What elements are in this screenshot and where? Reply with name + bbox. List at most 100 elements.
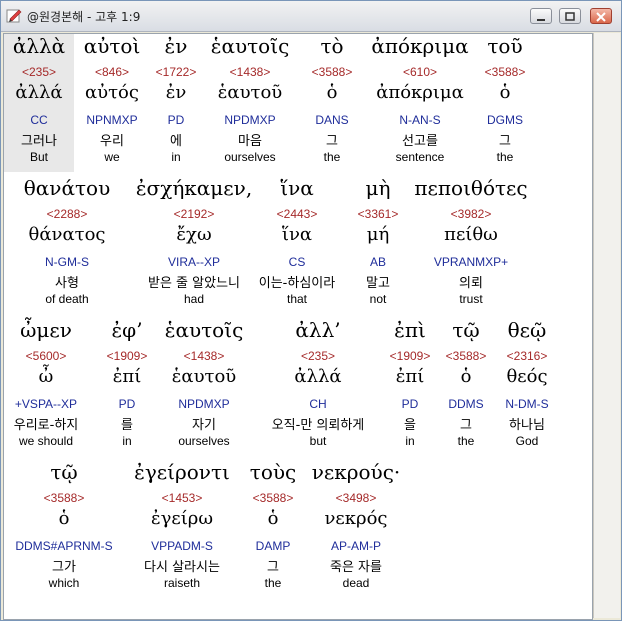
strong-number[interactable]: <3588> xyxy=(242,491,304,505)
parsing-code: VPPADM-S xyxy=(151,539,213,553)
parsing-code: AP-AM-P xyxy=(330,539,381,553)
english-gloss: in xyxy=(171,150,181,164)
strong-number[interactable]: <3588> xyxy=(476,65,534,79)
word-cell[interactable]: ἐπὶ <1909> ἐπί PD 을 in xyxy=(384,318,436,456)
korean-gloss: 그 xyxy=(499,134,511,149)
strong-number[interactable]: <2443> xyxy=(248,207,346,221)
lemma: ὁ xyxy=(499,82,511,103)
close-button[interactable] xyxy=(590,8,612,24)
strong-number[interactable]: <3588> xyxy=(440,349,492,363)
english-gloss: which xyxy=(48,576,80,590)
parsing-code: NPDMXP xyxy=(224,113,276,127)
strong-number[interactable]: <1438> xyxy=(158,349,250,363)
korean-gloss: 에 xyxy=(170,134,182,149)
greek-word: ἐσχήκαμεν, xyxy=(135,176,253,200)
strong-number[interactable]: <1453> xyxy=(130,491,234,505)
strong-number[interactable]: <1909> xyxy=(384,349,436,363)
parsing-code: PD xyxy=(401,397,419,411)
word-cell[interactable]: ἐγείροντι <1453> ἐγείρω VPPADM-S 다시 살라시는… xyxy=(130,460,234,598)
greek-word: ἀλλὰ xyxy=(12,34,66,58)
window-title: @원경본해 - 고후 1:9 xyxy=(27,10,141,24)
strong-number[interactable]: <610> xyxy=(368,65,472,79)
korean-gloss: 를 xyxy=(121,418,133,433)
strong-number[interactable]: <1722> xyxy=(150,65,202,79)
word-cell[interactable]: ὦμεν <5600> ὦ +VSPA--XP 우리로-하지 we should xyxy=(4,318,88,456)
strong-number[interactable]: <2316> xyxy=(498,349,556,363)
greek-word: ἀλλ’ xyxy=(295,318,341,342)
minimize-button[interactable] xyxy=(530,8,552,24)
word-cell[interactable]: τῷ <3588> ὁ DDMS#APRNM-S 그가 which xyxy=(4,460,124,598)
english-gloss: not xyxy=(369,292,387,306)
english-gloss: the xyxy=(264,576,282,590)
word-cell[interactable]: τοῦ <3588> ὁ DGMS 그 the xyxy=(476,34,534,172)
english-gloss: of death xyxy=(45,292,89,306)
word-cell[interactable]: τὸ <3588> ὁ DANS 그 the xyxy=(304,34,360,172)
word-cell[interactable]: μὴ <3361> μή AB 말고 not xyxy=(352,176,404,314)
word-cell[interactable]: ἑαυτοῖς <1438> ἑαυτοῦ NPDMXP 마음 ourselve… xyxy=(208,34,292,172)
maximize-button[interactable] xyxy=(559,8,581,24)
strong-number[interactable]: <1909> xyxy=(100,349,154,363)
lemma: ἔχω xyxy=(176,224,212,245)
title-bar[interactable]: @원경본해 - 고후 1:9 xyxy=(1,1,621,32)
parsing-code: N-GM-S xyxy=(45,255,89,269)
strong-number[interactable]: <5600> xyxy=(4,349,88,363)
strong-number[interactable]: <235> xyxy=(256,349,380,363)
greek-word: τοῦ xyxy=(487,34,523,58)
korean-gloss: 우리로-하지 xyxy=(13,418,79,433)
lemma: μή xyxy=(366,224,390,245)
word-cell[interactable]: αὐτοὶ <846> αὐτός NPNMXP 우리 we xyxy=(76,34,148,172)
strong-number[interactable]: <2288> xyxy=(4,207,130,221)
english-gloss: God xyxy=(515,434,539,448)
strong-number[interactable]: <3498> xyxy=(308,491,404,505)
strong-number[interactable]: <2192> xyxy=(124,207,264,221)
strong-number[interactable]: <235> xyxy=(4,65,74,79)
strong-number[interactable]: <1438> xyxy=(208,65,292,79)
interlinear-view[interactable]: ἀλλὰ <235> ἀλλά CC 그러나 But αὐτοὶ <846> α… xyxy=(3,33,593,620)
lemma: ὁ xyxy=(460,366,472,387)
lemma: νεκρός xyxy=(324,508,388,529)
strong-number[interactable]: <846> xyxy=(76,65,148,79)
english-gloss: but xyxy=(309,434,327,448)
korean-gloss: 죽은 자를 xyxy=(330,560,382,575)
word-cell[interactable]: ἀλλ’ <235> ἀλλά CH 오직-만 의뢰하게 but xyxy=(256,318,380,456)
greek-word: ἐγείροντι xyxy=(134,460,230,484)
english-gloss: sentence xyxy=(395,150,445,164)
word-cell[interactable]: θεῷ <2316> θεός N-DM-S 하나님 God xyxy=(498,318,556,456)
english-gloss: in xyxy=(122,434,132,448)
word-cell[interactable]: ἀλλὰ <235> ἀλλά CC 그러나 But xyxy=(4,34,74,172)
english-gloss: the xyxy=(323,150,341,164)
strong-number[interactable]: <3982> xyxy=(410,207,532,221)
word-cell[interactable]: θανάτου <2288> θάνατος N-GM-S 사형 of deat… xyxy=(4,176,130,314)
word-cell[interactable]: τῷ <3588> ὁ DDMS 그 the xyxy=(440,318,492,456)
maximize-icon xyxy=(565,12,575,21)
lemma: θεός xyxy=(506,366,548,387)
word-cell[interactable]: ἑαυτοῖς <1438> ἑαυτοῦ NPDMXP 자기 ourselve… xyxy=(158,318,250,456)
vertical-scrollbar[interactable] xyxy=(593,33,620,618)
word-cell[interactable]: ἐν <1722> ἐν PD 에 in xyxy=(150,34,202,172)
word-cell[interactable]: ἵνα <2443> ἵνα CS 이는-하심이라 that xyxy=(248,176,346,314)
word-cell[interactable]: ἐφ’ <1909> ἐπί PD 를 in xyxy=(100,318,154,456)
greek-word: μὴ xyxy=(365,176,391,200)
korean-gloss: 그러나 xyxy=(21,134,57,149)
parsing-code: DAMP xyxy=(255,539,291,553)
lemma: πείθω xyxy=(444,224,498,245)
english-gloss: raiseth xyxy=(163,576,201,590)
strong-number[interactable]: <3361> xyxy=(352,207,404,221)
word-cell[interactable]: πεποιθότες <3982> πείθω VPRANMXP+ 의뢰 tru… xyxy=(410,176,532,314)
parsing-code: NPNMXP xyxy=(86,113,138,127)
greek-word: ἐν xyxy=(164,34,188,58)
greek-word: αὐτοὶ xyxy=(83,34,141,58)
strong-number[interactable]: <3588> xyxy=(304,65,360,79)
english-gloss: we xyxy=(104,150,120,164)
parsing-code: AB xyxy=(369,255,386,269)
english-gloss: ourselves xyxy=(178,434,230,448)
korean-gloss: 그 xyxy=(460,418,472,433)
word-cell[interactable]: νεκρούς· <3498> νεκρός AP-AM-P 죽은 자를 dea… xyxy=(308,460,404,598)
word-cell[interactable]: ἐσχήκαμεν, <2192> ἔχω VIRA--XP 받은 줄 알았느니… xyxy=(124,176,264,314)
korean-gloss: 오직-만 의뢰하게 xyxy=(271,418,365,433)
word-cell[interactable]: τοὺς <3588> ὁ DAMP 그 the xyxy=(242,460,304,598)
word-cell[interactable]: ἀπόκριμα <610> ἀπόκριμα N-AN-S 선고를 sente… xyxy=(368,34,472,172)
greek-word: ὦμεν xyxy=(20,318,72,342)
strong-number[interactable]: <3588> xyxy=(4,491,124,505)
korean-gloss: 사형 xyxy=(55,276,79,291)
